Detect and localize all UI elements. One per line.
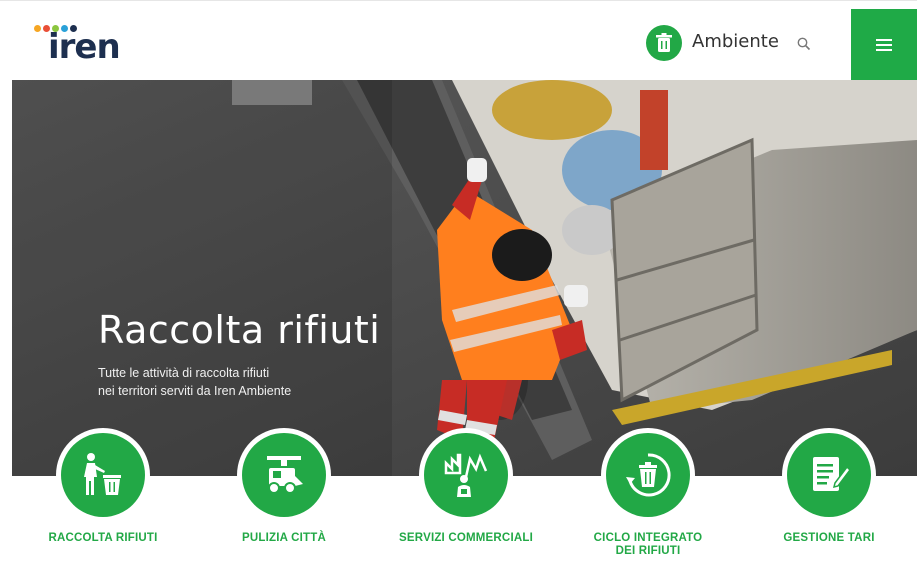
logo-wordmark: iren xyxy=(48,27,121,67)
document-edit-icon xyxy=(813,457,851,491)
trash-bin-icon xyxy=(656,33,672,52)
service-label: SERVIZI COMMERCIALI xyxy=(399,532,533,544)
recycle-bin-icon xyxy=(626,453,671,497)
service-label: CICLO INTEGRATO DEI RIFIUTI xyxy=(593,532,703,557)
menu-button[interactable] xyxy=(851,9,917,81)
service-raccolta-rifiuti[interactable]: RACCOLTA RIFIUTI xyxy=(18,428,188,545)
commercial-services-icon xyxy=(444,453,488,497)
service-pulizia-citta[interactable]: PULIZIA CITTÀ xyxy=(199,428,369,545)
service-gestione-tari[interactable]: GESTIONE TARI xyxy=(744,428,914,545)
hero-title: Raccolta rifiuti xyxy=(98,308,381,352)
hero-subtitle-line1: Tutte le attività di raccolta rifiuti xyxy=(98,366,270,380)
hero-subtitle: Tutte le attività di raccolta rifiuti ne… xyxy=(98,364,358,400)
service-label: PULIZIA CITTÀ xyxy=(242,532,326,544)
street-sweeper-icon xyxy=(267,456,303,494)
hero-image xyxy=(12,80,917,476)
ambiente-badge[interactable] xyxy=(646,25,682,61)
hero-slider[interactable]: Raccolta rifiuti Tutte le attività di ra… xyxy=(12,80,917,476)
iren-logo[interactable]: iren xyxy=(34,21,134,71)
service-label: RACCOLTA RIFIUTI xyxy=(48,532,158,544)
site-header: iren Ambiente xyxy=(0,0,917,81)
service-servizi-commerciali[interactable]: SERVIZI COMMERCIALI xyxy=(381,428,551,545)
search-icon[interactable] xyxy=(797,37,811,51)
section-label[interactable]: Ambiente xyxy=(692,31,779,52)
services-row: RACCOLTA RIFIUTI PULIZIA CITTÀ SERVIZI C… xyxy=(0,428,917,574)
page: iren Ambiente Raccolta rifiuti Tutte le … xyxy=(0,0,917,574)
service-ciclo-integrato[interactable]: CICLO INTEGRATO DEI RIFIUTI xyxy=(563,428,733,558)
hamburger-icon xyxy=(876,39,892,51)
service-label: GESTIONE TARI xyxy=(783,532,875,544)
person-trash-icon xyxy=(84,453,121,495)
hero-subtitle-line2: nei territori serviti da Iren Ambiente xyxy=(98,384,292,398)
